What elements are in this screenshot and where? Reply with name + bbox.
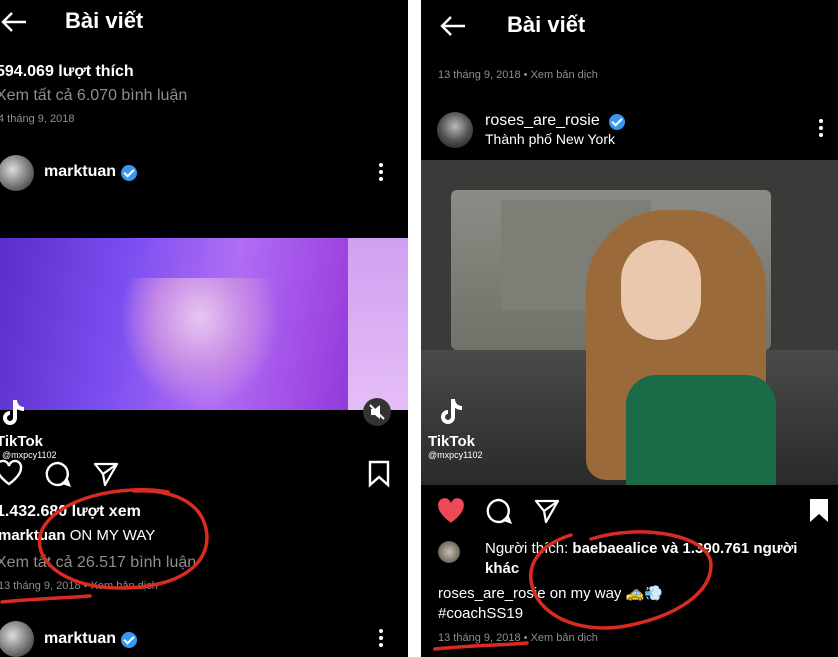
mute-icon <box>369 404 385 420</box>
views-count[interactable]: 1.432.680 lượt xem <box>0 503 141 521</box>
person-shirt <box>626 375 776 485</box>
mute-button[interactable] <box>363 398 391 426</box>
tiktok-logo-icon <box>3 400 24 425</box>
post-username[interactable]: roses_are_rosie <box>485 112 600 130</box>
avatar[interactable] <box>437 112 473 148</box>
view-comments-link[interactable]: Xem tất cả 6.070 bình luận <box>0 87 187 105</box>
date-text: 13 tháng 9, 2018 <box>0 580 81 592</box>
comment-icon[interactable] <box>485 497 513 525</box>
avatar[interactable] <box>0 621 34 657</box>
caption-text: on my way 🚕💨 <box>549 585 663 602</box>
save-bookmark-icon[interactable] <box>808 497 830 525</box>
video-side-frame <box>348 238 408 410</box>
tiktok-logo-icon <box>441 399 462 424</box>
tiktok-watermark: TikTok <box>0 433 43 450</box>
more-options-icon[interactable] <box>819 119 823 140</box>
video-person <box>120 278 280 410</box>
post-photo[interactable] <box>421 160 838 485</box>
post-date: 13 tháng 9, 2018 • Xem bản dịch <box>438 632 598 644</box>
like-heart-icon[interactable] <box>435 496 467 526</box>
post-username[interactable]: marktuan <box>44 630 116 648</box>
hashtag-link[interactable]: #coachSS19 <box>438 605 523 622</box>
view-comments-link[interactable]: Xem tất cả 26.517 bình luận <box>0 554 196 572</box>
post-username[interactable]: marktuan <box>44 163 116 181</box>
right-screenshot: Bài viết 13 tháng 9, 2018 • Xem bản dịch… <box>421 0 838 657</box>
tiktok-watermark: TikTok <box>428 433 475 450</box>
post-date: 13 tháng 9, 2018 • Xem bản dịch <box>0 580 158 592</box>
liked-by-user[interactable]: baebaealice <box>572 540 657 557</box>
post-date: 4 tháng 9, 2018 <box>0 113 75 125</box>
tiktok-handle: @mxpcy1102 <box>428 450 483 460</box>
liked-by-avatar[interactable] <box>438 541 460 563</box>
post-date: 13 tháng 9, 2018 • Xem bản dịch <box>438 69 598 81</box>
more-options-icon[interactable] <box>379 163 383 184</box>
date-text: 13 tháng 9, 2018 <box>438 632 521 644</box>
like-heart-icon[interactable] <box>0 459 24 487</box>
translate-link[interactable]: Xem bản dịch <box>531 632 598 644</box>
caption-text: ON MY WAY <box>69 527 156 544</box>
page-title: Bài viết <box>507 12 586 37</box>
caption-username[interactable]: roses_are_rosie <box>438 585 546 602</box>
page-title: Bài viết <box>65 8 144 33</box>
post-location[interactable]: Thành phố New York <box>485 131 615 147</box>
share-icon[interactable] <box>92 460 120 488</box>
post-caption: roses_are_rosie on my way 🚕💨 <box>438 584 663 602</box>
translate-link[interactable]: Xem bản dịch <box>91 580 158 592</box>
save-bookmark-icon[interactable] <box>368 460 390 488</box>
more-options-icon[interactable] <box>379 629 383 650</box>
left-screenshot: Bài viết 594.069 lượt thích Xem tất cả 6… <box>0 0 408 657</box>
comment-icon[interactable] <box>44 460 72 488</box>
translate-link[interactable]: Xem bản dịch <box>531 69 598 81</box>
likes-count[interactable]: 594.069 lượt thích <box>0 63 134 81</box>
liked-by-prefix: Người thích: <box>485 540 569 557</box>
verified-badge-icon <box>121 165 137 181</box>
back-arrow-icon[interactable] <box>439 14 467 38</box>
verified-badge-icon <box>609 114 625 130</box>
liked-by-text: Người thích: baebaealice và 1.390.761 ng… <box>485 539 835 579</box>
back-arrow-icon[interactable] <box>0 10 28 34</box>
share-icon[interactable] <box>533 497 561 525</box>
verified-badge-icon <box>121 632 137 648</box>
person-face <box>621 240 701 340</box>
caption-username[interactable]: marktuan <box>0 527 66 544</box>
post-video[interactable] <box>0 238 408 410</box>
avatar[interactable] <box>0 155 34 191</box>
date-text: 13 tháng 9, 2018 <box>438 69 521 81</box>
post-caption: marktuan ON MY WAY <box>0 527 155 544</box>
